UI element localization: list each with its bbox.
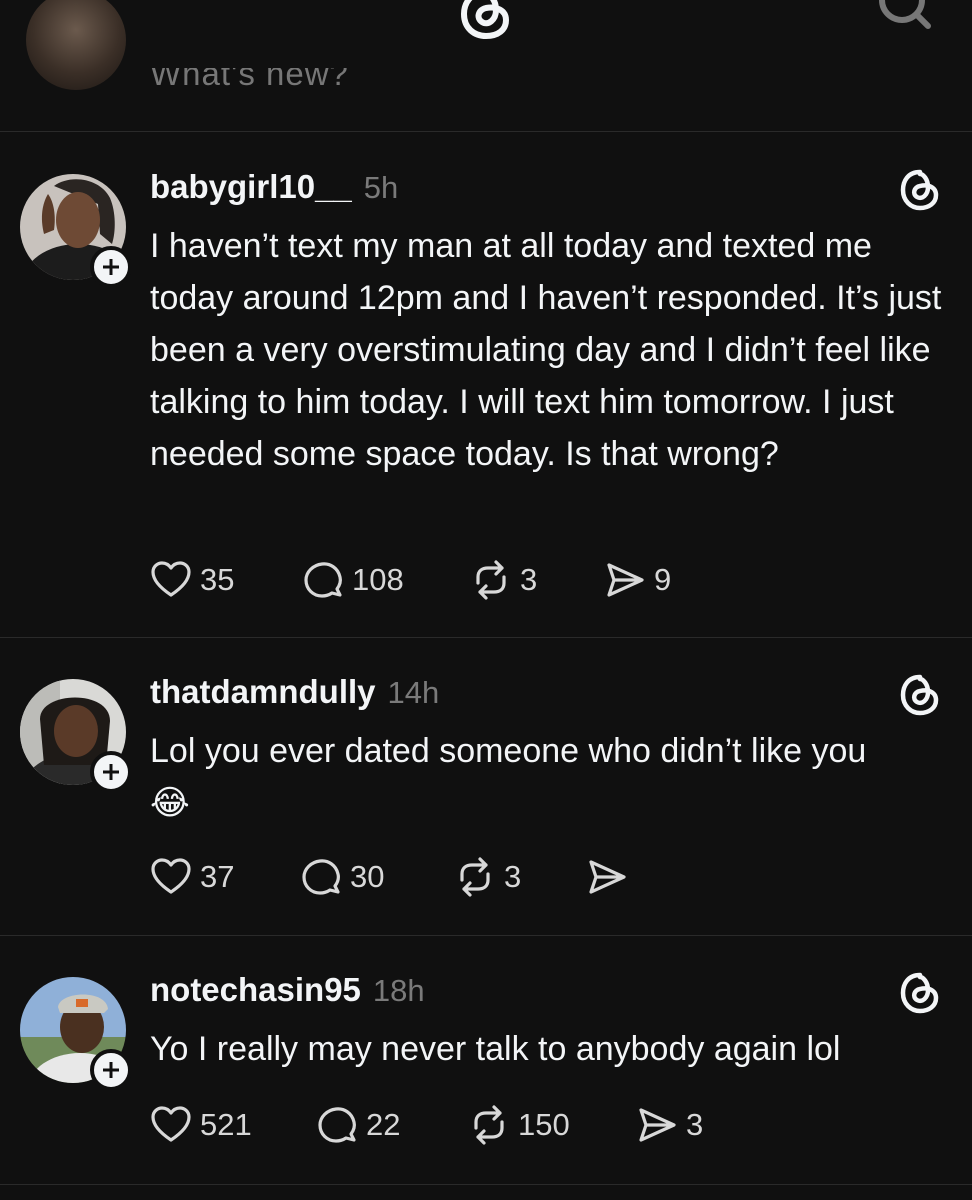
post-text: Lol you ever dated someone who didn’t li… — [150, 732, 876, 822]
post-text: Yo I really may never talk to anybody ag… — [150, 1030, 841, 1068]
heart-icon — [151, 561, 191, 597]
threads-logo-icon[interactable] — [456, 0, 516, 40]
heart-icon — [151, 858, 191, 894]
post-header: thatdamndully 14h — [150, 673, 439, 713]
plus-icon — [103, 1062, 119, 1078]
post-time: 5h — [363, 170, 399, 205]
like-button[interactable]: 35 — [150, 558, 234, 602]
send-icon — [589, 860, 626, 894]
share-count: 9 — [654, 562, 672, 597]
threads-icon[interactable] — [896, 969, 944, 1017]
comment-icon — [318, 1107, 356, 1143]
plus-icon — [103, 259, 119, 275]
threads-icon[interactable] — [896, 671, 944, 719]
reply-button[interactable]: 22 — [316, 1103, 400, 1147]
like-button[interactable]: 37 — [150, 855, 234, 899]
new-thread-composer[interactable]: What's new? — [0, 0, 972, 132]
reply-count: 30 — [350, 859, 385, 894]
username[interactable]: babygirl10__ — [150, 168, 352, 206]
reply-count: 22 — [366, 1107, 401, 1142]
username[interactable]: thatdamndully — [150, 673, 376, 711]
like-count: 521 — [200, 1107, 252, 1142]
follow-button[interactable] — [90, 751, 132, 793]
post-time: 14h — [387, 675, 440, 710]
comment-icon — [302, 859, 340, 895]
send-icon — [639, 1108, 676, 1142]
like-count: 37 — [200, 859, 235, 894]
thread-post[interactable]: babygirl10__ 5h I haven’t text my man at… — [0, 132, 972, 638]
repost-count: 150 — [518, 1107, 570, 1142]
avatar — [26, 0, 126, 90]
repost-icon — [476, 560, 506, 600]
repost-count: 3 — [504, 859, 522, 894]
composer-placeholder[interactable]: What's new? — [150, 68, 349, 94]
reply-count: 108 — [352, 562, 404, 597]
post-header: notechasin95 18h — [150, 971, 425, 1011]
send-icon — [607, 563, 644, 597]
heart-icon — [151, 1106, 191, 1142]
share-count: 3 — [686, 1107, 704, 1142]
post-header: babygirl10__ 5h — [150, 168, 398, 208]
threads-icon[interactable] — [896, 166, 944, 214]
post-time: 18h — [372, 973, 425, 1008]
thread-post[interactable]: thatdamndully 14h Lol you ever dated som… — [0, 637, 972, 936]
share-button[interactable] — [586, 855, 636, 899]
top-bar — [0, 0, 972, 40]
repost-icon — [460, 857, 490, 897]
like-button[interactable]: 521 — [150, 1103, 252, 1147]
comment-icon — [304, 562, 342, 598]
thread-post[interactable]: notechasin95 18h Yo I really may never t… — [0, 935, 972, 1185]
reply-button[interactable]: 108 — [302, 558, 404, 602]
repost-button[interactable]: 3 — [470, 558, 537, 602]
reply-button[interactable]: 30 — [300, 855, 384, 899]
search-icon[interactable] — [876, 0, 932, 36]
username[interactable]: notechasin95 — [150, 971, 361, 1009]
post-text: I haven’t text my man at all today and t… — [150, 227, 951, 473]
follow-button[interactable] — [90, 1049, 132, 1091]
like-count: 35 — [200, 562, 235, 597]
repost-count: 3 — [520, 562, 538, 597]
repost-button[interactable]: 150 — [468, 1103, 570, 1147]
plus-icon — [103, 764, 119, 780]
follow-button[interactable] — [90, 246, 132, 288]
repost-icon — [474, 1105, 504, 1145]
share-button[interactable]: 9 — [604, 558, 671, 602]
repost-button[interactable]: 3 — [454, 855, 521, 899]
share-button[interactable]: 3 — [636, 1103, 703, 1147]
